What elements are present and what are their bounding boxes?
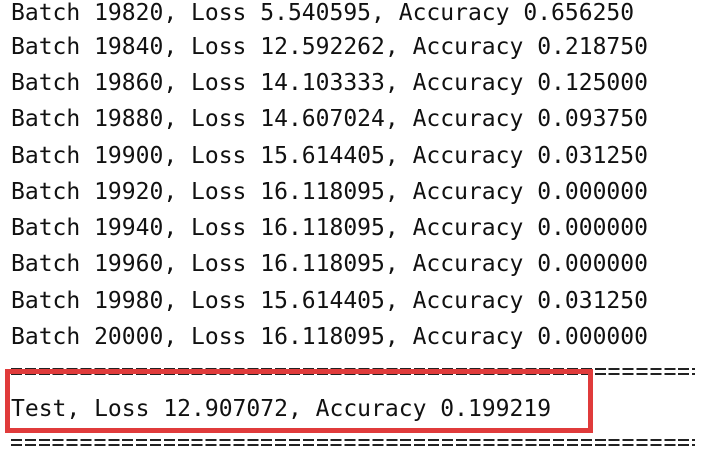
- log-line: Batch 19880, Loss 14.607024, Accuracy 0.…: [11, 106, 648, 132]
- highlight-box: [5, 369, 593, 433]
- log-line: Batch 19860, Loss 14.103333, Accuracy 0.…: [11, 70, 648, 96]
- log-line: Batch 19900, Loss 15.614405, Accuracy 0.…: [11, 143, 648, 169]
- log-line: Batch 19940, Loss 16.118095, Accuracy 0.…: [11, 215, 648, 241]
- console-output: Batch 19820, Loss 5.540595, Accuracy 0.6…: [0, 0, 721, 450]
- separator-bottom: [11, 437, 695, 449]
- log-line: Batch 19960, Loss 16.118095, Accuracy 0.…: [11, 251, 648, 277]
- log-line: Batch 20000, Loss 16.118095, Accuracy 0.…: [11, 324, 648, 350]
- log-line: Batch 19820, Loss 5.540595, Accuracy 0.6…: [11, 0, 635, 26]
- log-line: Batch 19980, Loss 15.614405, Accuracy 0.…: [11, 288, 648, 314]
- log-line: Batch 19840, Loss 12.592262, Accuracy 0.…: [11, 34, 648, 60]
- log-line: Batch 19920, Loss 16.118095, Accuracy 0.…: [11, 179, 648, 205]
